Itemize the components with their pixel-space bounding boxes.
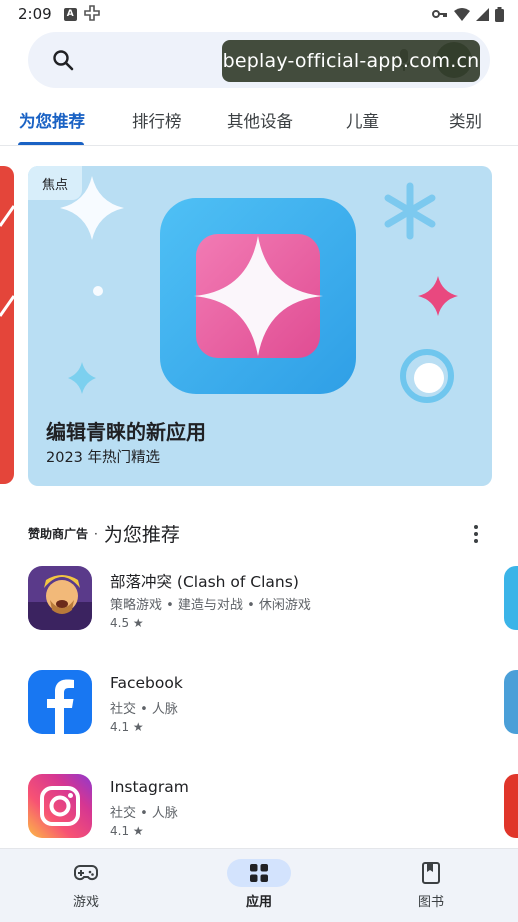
featured-banner[interactable]: 焦点 编辑青睐的新应用 2023 年热门精选 [28, 166, 492, 486]
app-name: Facebook [110, 674, 183, 692]
vpn-key-icon [432, 10, 447, 18]
book-icon [422, 862, 440, 884]
tab-charts[interactable]: 排行榜 [132, 108, 182, 132]
gamepad-icon [74, 865, 98, 881]
next-app-peek[interactable] [504, 670, 518, 734]
apps-grid-icon [250, 864, 268, 882]
section-header: 赞助商广告 · 为您推荐 [28, 520, 180, 547]
search-icon[interactable] [52, 49, 74, 71]
facebook-icon [28, 670, 92, 734]
list-item[interactable]: Instagram 社交 • 人脉 4.1 ★ [28, 774, 498, 844]
tab-recommended[interactable]: 为您推荐 [19, 108, 85, 132]
status-bar: 2:09 A [0, 0, 518, 28]
section-title: 为您推荐 [103, 524, 180, 546]
clash-of-clans-icon [28, 566, 92, 630]
tab-categories[interactable]: 类别 [449, 108, 482, 132]
a-icon: A [63, 7, 77, 21]
list-item[interactable]: Facebook 社交 • 人脉 4.1 ★ [28, 670, 498, 740]
sponsored-label: 赞助商广告 [28, 527, 89, 541]
nav-label: 游戏 [72, 895, 99, 910]
app-category: 社交 • 人脉 [110, 702, 178, 717]
battery-icon [495, 6, 504, 22]
signal-icon [476, 7, 489, 21]
banner-headline: 编辑青睐的新应用 [46, 420, 206, 444]
app-rating: 4.1 ★ [110, 824, 144, 838]
wifi-icon [454, 7, 470, 21]
instagram-icon [28, 774, 92, 838]
tab-indicator [18, 142, 84, 145]
next-app-peek[interactable] [504, 774, 518, 838]
app-name: 部落冲突 (Clash of Clans) [110, 573, 299, 591]
next-app-peek[interactable] [504, 566, 518, 630]
nav-books[interactable]: 图书 [371, 849, 491, 922]
previous-card-peek[interactable] [0, 166, 14, 484]
category-tabs: 为您推荐 排行榜 其他设备 儿童 类别 [0, 96, 518, 146]
app-category: 社交 • 人脉 [110, 806, 178, 821]
nav-games[interactable]: 游戏 [26, 849, 146, 922]
nav-label: 应用 [245, 895, 272, 910]
banner-badge: 焦点 [28, 166, 83, 200]
app-rating: 4.5 ★ [110, 616, 144, 630]
separator: · [94, 526, 98, 541]
nav-apps[interactable]: 应用 [199, 849, 319, 922]
app-name: Instagram [110, 778, 189, 796]
app-rating: 4.1 ★ [110, 720, 144, 734]
watermark: beplay-official-app.com.cn [222, 40, 480, 82]
nav-label: 图书 [417, 895, 444, 910]
tab-kids[interactable]: 儿童 [346, 108, 379, 132]
list-item[interactable]: 部落冲突 (Clash of Clans) 策略游戏 • 建造与对战 • 休闲游… [28, 566, 498, 636]
game-controller-icon [83, 5, 100, 21]
app-category: 策略游戏 • 建造与对战 • 休闲游戏 [110, 598, 311, 613]
status-time: 2:09 [18, 5, 52, 23]
tab-other-devices[interactable]: 其他设备 [227, 108, 293, 132]
banner-subtitle: 2023 年热门精选 [46, 450, 161, 466]
more-options-icon[interactable] [466, 522, 486, 546]
bottom-navigation: 游戏 应用 图书 [0, 848, 518, 922]
